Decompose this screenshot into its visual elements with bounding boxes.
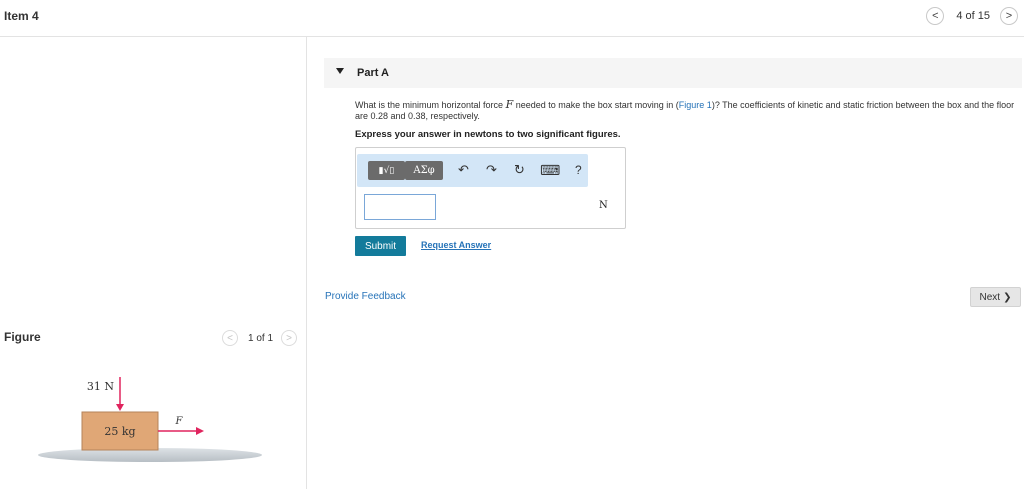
figure-link[interactable]: Figure 1 bbox=[679, 100, 712, 110]
down-force-arrow-head bbox=[116, 404, 124, 411]
item-title: Item 4 bbox=[4, 9, 39, 23]
figure-label: Figure bbox=[4, 330, 41, 344]
answer-input[interactable] bbox=[364, 194, 436, 220]
help-icon[interactable]: ? bbox=[575, 162, 582, 178]
chevron-right-icon: > bbox=[286, 332, 292, 344]
submit-button[interactable]: Submit bbox=[355, 236, 406, 256]
question-pre: What is the minimum horizontal force bbox=[355, 100, 506, 110]
chevron-left-icon: < bbox=[227, 332, 233, 344]
figure-diagram: 25 kg 31 N F bbox=[38, 377, 262, 462]
chevron-right-icon: ❯ bbox=[1003, 291, 1012, 303]
prev-item-button[interactable]: < bbox=[926, 7, 945, 25]
figure-pager-text: 1 of 1 bbox=[248, 332, 274, 344]
down-force-label: 31 N bbox=[87, 380, 114, 393]
top-bar: Item 4 < 4 of 15 > bbox=[0, 0, 1024, 37]
reset-icon[interactable]: ↻ bbox=[514, 162, 525, 178]
next-label: Next bbox=[979, 291, 1001, 303]
answer-box: ▮√▯ ΑΣφ ↶ ↷ ↻ ⌨ ? N bbox=[355, 147, 626, 229]
keyboard-icon[interactable]: ⌨ bbox=[540, 162, 560, 178]
unit-label: N bbox=[599, 200, 608, 211]
item-pager: < 4 of 15 > bbox=[926, 7, 1018, 25]
templates-button[interactable]: ▮√▯ bbox=[368, 161, 405, 180]
provide-feedback-link[interactable]: Provide Feedback bbox=[325, 291, 406, 302]
applied-force-label: F bbox=[175, 416, 184, 427]
undo-icon[interactable]: ↶ bbox=[458, 162, 469, 178]
figure-header: Figure < 1 of 1 > bbox=[4, 328, 298, 350]
caret-down-icon bbox=[336, 68, 344, 74]
part-title: Part A bbox=[357, 67, 389, 79]
part-a-header[interactable]: Part A bbox=[324, 58, 1022, 88]
answer-instruction: Express your answer in newtons to two si… bbox=[355, 129, 621, 140]
panel-divider bbox=[306, 37, 307, 489]
next-item-button[interactable]: > bbox=[1000, 7, 1018, 25]
applied-force-arrow-head bbox=[196, 427, 204, 435]
greek-symbols-button[interactable]: ΑΣφ bbox=[405, 161, 443, 180]
question-text: What is the minimum horizontal force F n… bbox=[355, 99, 1023, 122]
item-pager-text: 4 of 15 bbox=[956, 10, 990, 22]
chevron-left-icon: < bbox=[932, 10, 939, 22]
prev-figure-button[interactable]: < bbox=[222, 330, 238, 346]
chevron-right-icon: > bbox=[1005, 10, 1013, 22]
request-answer-link[interactable]: Request Answer bbox=[421, 240, 491, 250]
question-mid: needed to make the box start moving in ( bbox=[513, 100, 679, 110]
next-figure-button[interactable]: > bbox=[281, 330, 298, 346]
next-button[interactable]: Next ❯ bbox=[970, 287, 1021, 307]
math-toolbar: ▮√▯ ΑΣφ ↶ ↷ ↻ ⌨ ? bbox=[357, 154, 588, 187]
figure-pager: < 1 of 1 > bbox=[222, 330, 298, 346]
redo-icon[interactable]: ↷ bbox=[486, 162, 497, 178]
mass-label: 25 kg bbox=[104, 425, 135, 438]
